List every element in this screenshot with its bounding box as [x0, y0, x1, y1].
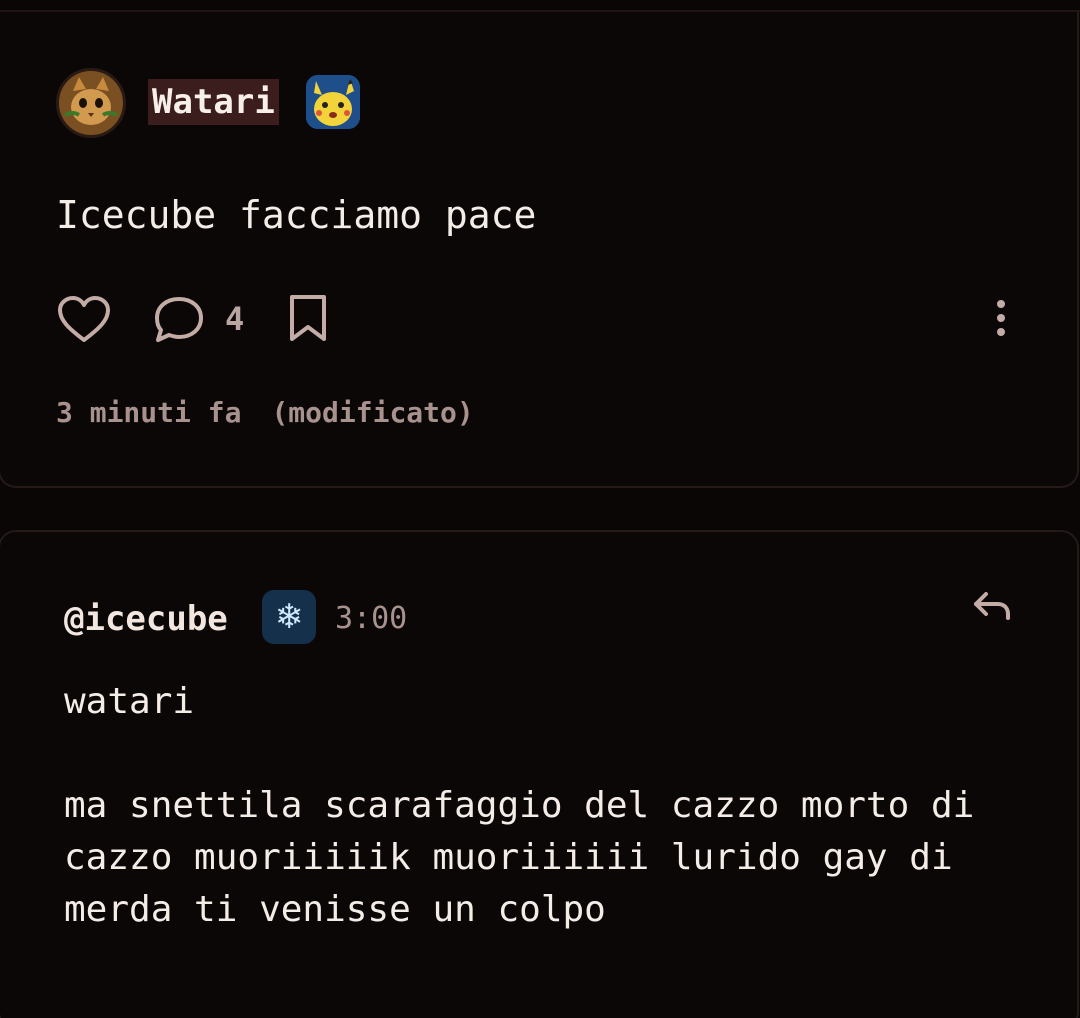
app-screen: Watari Icecube facciamo pace 4 3 minuti …	[0, 0, 1080, 1018]
cat-avatar-icon	[59, 71, 123, 135]
post-text: Icecube facciamo pace	[56, 193, 537, 237]
snowflake-badge-icon: ❄	[262, 590, 316, 644]
edited-label: (modificato)	[271, 396, 474, 429]
comment-paragraph: watari	[64, 681, 195, 722]
post-author-name[interactable]: Watari	[148, 79, 279, 125]
previous-card-edge	[0, 0, 1080, 12]
post-time-ago: 3 minuti fa	[56, 396, 242, 429]
comment-author-name[interactable]: @icecube	[64, 596, 228, 642]
comment-time: 3:00	[335, 601, 408, 636]
comment-paragraph: ma snettila scarafaggio del cazzo morto …	[64, 785, 996, 930]
comment-body: watari ma snettila scarafaggio del cazzo…	[64, 676, 1024, 936]
reply-arrow-icon[interactable]	[970, 588, 1014, 624]
comment-count: 4	[225, 300, 245, 338]
more-options-icon[interactable]	[990, 298, 1012, 338]
comment-bubble-icon[interactable]	[152, 294, 206, 346]
heart-icon[interactable]	[56, 294, 112, 346]
pikachu-badge-icon	[306, 75, 360, 129]
author-avatar[interactable]	[56, 68, 126, 138]
post-meta: 3 minuti fa (modificato)	[56, 393, 474, 433]
bookmark-icon[interactable]	[286, 293, 330, 345]
